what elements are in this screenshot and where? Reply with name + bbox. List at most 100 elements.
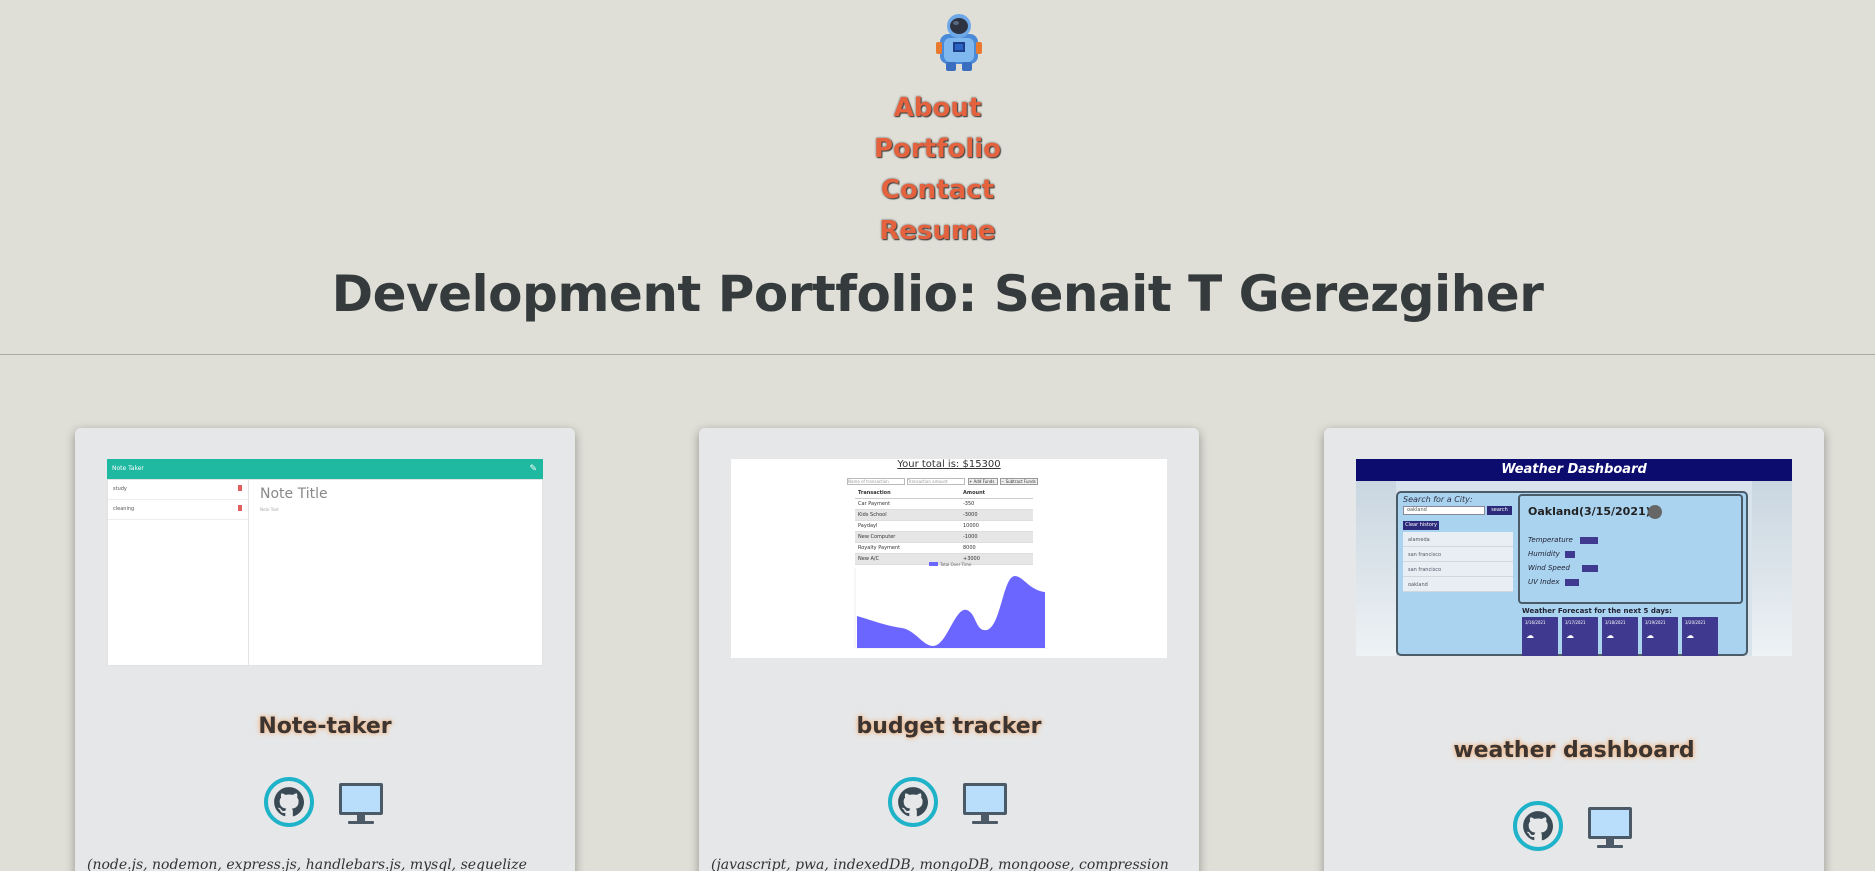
project-name: weather dashboard: [1453, 738, 1695, 763]
humidity-label: Humidity: [1528, 550, 1560, 558]
forecast-card: 3/17/2021 ☁: [1562, 617, 1598, 656]
monitor-icon[interactable]: [336, 777, 386, 827]
history-item: san francisco: [1403, 562, 1513, 577]
cloud-icon: ☁: [1646, 631, 1654, 640]
column-header: Transaction: [858, 490, 891, 496]
forecast-date: 3/16/2021: [1525, 620, 1546, 625]
list-item: study: [108, 480, 248, 500]
weather-condition-icon: [1648, 505, 1662, 519]
cloud-icon: ☁: [1526, 631, 1534, 640]
transaction-amount-field: Transaction amount: [907, 478, 965, 485]
project-links: [699, 777, 1199, 827]
cloud-icon: ☁: [1566, 631, 1574, 640]
weather-panel: Search for a City: oakland search Clear …: [1396, 491, 1748, 656]
uv-value-badge: [1565, 579, 1579, 586]
note-title: Note Title: [260, 486, 328, 502]
project-screenshot[interactable]: Weather Dashboard Search for a City: oak…: [1356, 459, 1792, 656]
add-funds-button: + Add Funds: [968, 478, 998, 485]
uv-index-label: UV Index: [1528, 578, 1560, 586]
budget-total: Your total is: $15300: [897, 459, 1001, 470]
city-date: Oakland(3/15/2021): [1528, 505, 1651, 518]
forecast-card: 3/16/2021 ☁: [1522, 617, 1558, 656]
project-name: budget tracker: [856, 714, 1042, 739]
wind-speed-label: Wind Speed: [1528, 564, 1570, 572]
table-cell: Car Payment: [858, 501, 891, 507]
astronaut-icon: [936, 14, 982, 71]
github-icon[interactable]: [264, 777, 314, 827]
note-list: study cleaning: [108, 480, 249, 667]
pencil-icon: ✎: [529, 464, 537, 474]
temperature-value-badge: [1580, 537, 1598, 544]
cloud-icon: ☁: [1606, 631, 1614, 640]
project-description: (node.js, nodemon, express.js, handlebar…: [87, 857, 527, 871]
budget-screenshot: Your total is: $15300 Name of transactio…: [731, 459, 1167, 658]
weather-screenshot: Weather Dashboard Search for a City: oak…: [1356, 459, 1792, 656]
site-header: About Portfolio Contact Resume Developme…: [0, 0, 1875, 355]
nav-resume-link[interactable]: Resume: [858, 211, 1018, 252]
note-text: Note Text: [260, 507, 279, 512]
list-item: cleaning: [108, 500, 248, 520]
project-card-note-taker: Note Taker ✎ study cleaning Note Title N…: [75, 428, 575, 871]
project-card-budget-tracker: Your total is: $15300 Name of transactio…: [699, 428, 1199, 871]
trash-icon: [238, 505, 242, 511]
table-cell: New Computer: [858, 534, 896, 540]
search-button: search: [1487, 506, 1512, 515]
total-over-time-chart: [854, 568, 1047, 649]
forecast-card: 3/20/2021 ☁: [1682, 617, 1718, 656]
snow-trees-left: [1356, 481, 1396, 656]
monitor-icon[interactable]: [960, 777, 1010, 827]
nav-portfolio-link[interactable]: Portfolio: [858, 129, 1018, 170]
table-cell: Royalty Payment: [858, 545, 901, 551]
forecast-date: 3/17/2021: [1565, 620, 1586, 625]
note-taker-body: study cleaning Note Title Note Text: [107, 479, 543, 667]
project-card-weather-dashboard: Weather Dashboard Search for a City: oak…: [1324, 428, 1824, 871]
note-taker-bar: Note Taker ✎: [107, 459, 543, 479]
forecast-date: 3/19/2021: [1645, 620, 1666, 625]
table-row: Royalty Payment 8000: [855, 543, 1033, 554]
subtract-funds-button: − Subtract Funds: [1000, 478, 1038, 485]
clear-history-button: Clear history: [1403, 521, 1439, 530]
weather-header: Weather Dashboard: [1356, 459, 1792, 481]
table-cell: 10000: [963, 523, 979, 529]
history-item: oakland: [1403, 577, 1513, 592]
forecast-cards: 3/16/2021 ☁ 3/17/2021 ☁ 3/18/2021 ☁ 3/19/2021 ☁…: [1522, 617, 1718, 656]
cloud-icon: ☁: [1686, 631, 1694, 640]
search-label: Search for a City:: [1403, 495, 1473, 504]
github-icon[interactable]: [1513, 801, 1563, 851]
table-cell: -3000: [963, 512, 978, 518]
nav-about-link[interactable]: About: [858, 88, 1018, 129]
chart-area: [857, 576, 1045, 648]
temperature-label: Temperature: [1528, 536, 1573, 544]
search-history-list: alameda san francisco san francisco oakland: [1403, 532, 1513, 592]
project-screenshot[interactable]: Note Taker ✎ study cleaning Note Title N…: [107, 459, 543, 668]
table-cell: -1000: [963, 534, 978, 540]
project-links: [75, 777, 575, 827]
list-item-label: cleaning: [113, 506, 135, 512]
table-body: Car Payment -350 Kids School -3000 Paydayl 10…: [855, 499, 1033, 565]
table-row: Paydayl 10000: [855, 521, 1033, 532]
project-name: Note-taker: [258, 714, 392, 739]
forecast-date: 3/18/2021: [1605, 620, 1626, 625]
forecast-card: 3/19/2021 ☁: [1642, 617, 1678, 656]
list-item-label: study: [113, 486, 127, 492]
humidity-value-badge: [1565, 551, 1575, 558]
table-cell: +3000: [963, 556, 980, 562]
project-screenshot[interactable]: Your total is: $15300 Name of transactio…: [731, 459, 1167, 658]
wind-value-badge: [1582, 565, 1598, 572]
table-cell: 8000: [963, 545, 976, 551]
table-cell: Paydayl: [858, 523, 878, 529]
table-cell: Kids School: [858, 512, 887, 518]
column-header: Amount: [963, 490, 986, 496]
main-nav: About Portfolio Contact Resume: [0, 88, 1875, 252]
table-row: New Computer -1000: [855, 532, 1033, 543]
note-taker-bar-title: Note Taker: [112, 465, 144, 472]
monitor-icon[interactable]: [1585, 801, 1635, 851]
github-icon[interactable]: [888, 777, 938, 827]
history-item: san francisco: [1403, 547, 1513, 562]
page-title: Development Portfolio: Senait T Gerezgih…: [331, 265, 1544, 323]
table-row: Car Payment -350: [855, 499, 1033, 510]
nav-contact-link[interactable]: Contact: [858, 170, 1018, 211]
trash-icon: [238, 485, 242, 491]
history-item: alameda: [1403, 532, 1513, 547]
table-row: Kids School -3000: [855, 510, 1033, 521]
